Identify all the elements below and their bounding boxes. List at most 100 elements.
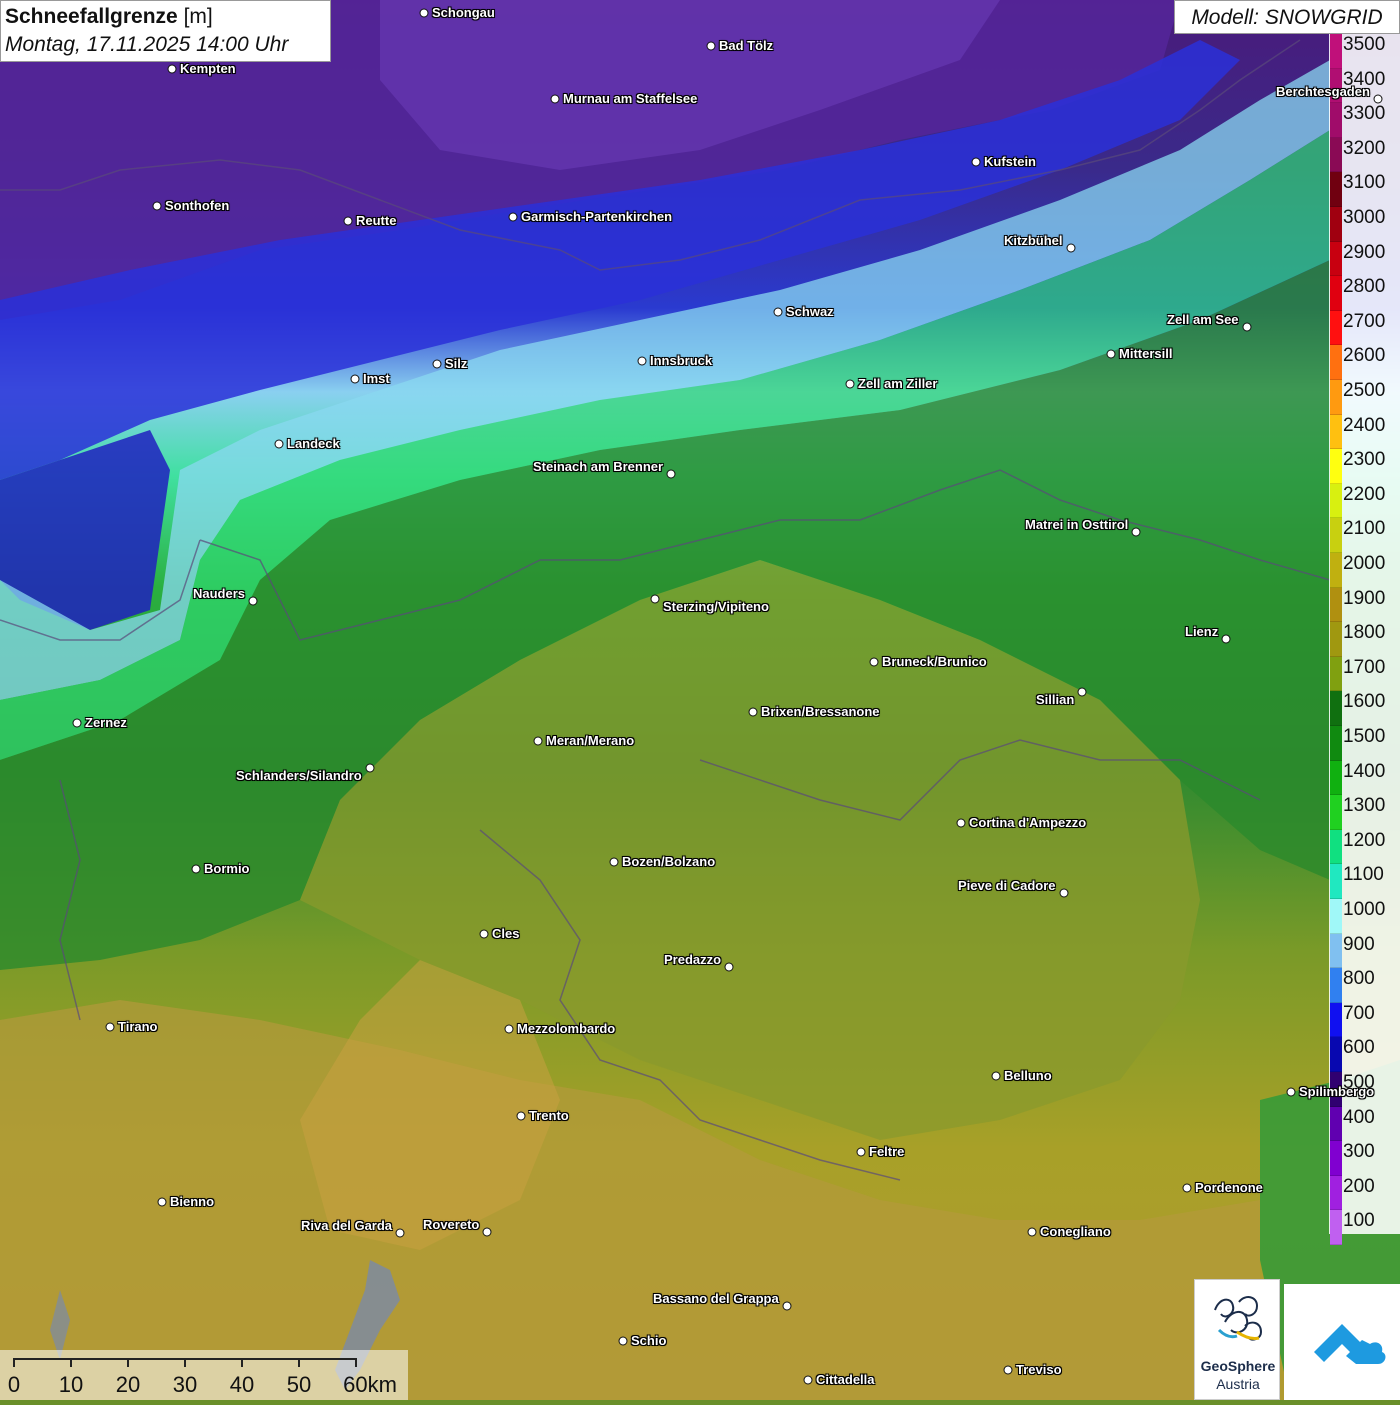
legend-swatch-600 [1330, 1037, 1342, 1072]
legend-swatch-2200 [1330, 483, 1342, 519]
city-marker-schongau [419, 8, 429, 18]
city-marker-steinach-am-brenner [666, 469, 676, 479]
legend-label-1200: 1200 [1343, 829, 1386, 851]
city-label-landeck: Landeck [287, 436, 340, 451]
city-marker-bruneck-brunico [869, 657, 879, 667]
legend-swatch-2400 [1330, 414, 1342, 450]
city-marker-feltre [856, 1147, 866, 1157]
city-marker-spilimbergo [1286, 1087, 1296, 1097]
city-marker-tirano [105, 1022, 115, 1032]
legend-label-200: 200 [1343, 1175, 1375, 1197]
city-marker-lienz [1221, 634, 1231, 644]
city-label-cles: Cles [492, 926, 520, 941]
geosphere-logo-text: GeoSphere [1200, 1358, 1276, 1374]
city-label-bienno: Bienno [170, 1194, 215, 1209]
legend-label-600: 600 [1343, 1037, 1375, 1059]
mountain-cloud-icon [1314, 1324, 1386, 1364]
legend-swatch-1500 [1330, 726, 1342, 761]
city-label-schwaz: Schwaz [786, 304, 834, 319]
city-label-tirano: Tirano [118, 1019, 158, 1034]
city-marker-innsbruck [637, 356, 647, 366]
city-marker-sterzing-vipiteno [650, 594, 660, 604]
scale-label-2: 20 [115, 1372, 141, 1397]
legend-swatch-2500 [1330, 380, 1342, 415]
city-label-bozen-bolzano: Bozen/Bolzano [622, 854, 716, 869]
scale-label-6: 60km [343, 1372, 397, 1397]
city-label-matrei-in-osttirol: Matrei in Osttirol [1025, 517, 1129, 532]
city-label-spilimbergo: Spilimbergo [1299, 1084, 1375, 1099]
legend-swatch-1400 [1330, 760, 1342, 796]
city-marker-conegliano [1027, 1227, 1037, 1237]
legend-label-3300: 3300 [1343, 103, 1386, 125]
city-marker-berchtesgaden [1373, 94, 1383, 104]
legend-swatch-800 [1330, 968, 1342, 1003]
scale-tick [355, 1358, 357, 1367]
city-label-silz: Silz [445, 356, 468, 371]
legend-label-2600: 2600 [1343, 345, 1386, 367]
legend-label-1500: 1500 [1343, 726, 1386, 747]
legend-label-1000: 1000 [1343, 899, 1386, 920]
legend-label-2500: 2500 [1343, 380, 1386, 401]
city-label-kufstein: Kufstein [984, 154, 1036, 169]
scale-label-4: 40 [229, 1372, 255, 1397]
city-marker-zernez [72, 718, 82, 728]
legend-label-1600: 1600 [1343, 691, 1386, 713]
legend-label-100: 100 [1343, 1210, 1375, 1232]
city-marker-predazzo [724, 962, 734, 972]
city-marker-reutte [343, 216, 353, 226]
city-label-schlanders-silandro: Schlanders/Silandro [236, 768, 362, 783]
legend-swatch-300 [1330, 1141, 1342, 1176]
legend-swatch-1300 [1330, 795, 1342, 830]
city-label-innsbruck: Innsbruck [650, 353, 713, 368]
scale-tick [70, 1358, 72, 1367]
city-label-sillian: Sillian [1036, 692, 1075, 707]
city-label-conegliano: Conegliano [1040, 1224, 1111, 1239]
city-label-meran-merano: Meran/Merano [546, 733, 635, 748]
city-label-cortina-d-ampezzo: Cortina d'Ampezzo [969, 815, 1087, 830]
scale-label-0: 0 [7, 1372, 21, 1397]
city-marker-nauders [248, 596, 258, 606]
city-label-bormio: Bormio [204, 861, 250, 876]
city-marker-brixen-bressanone [748, 707, 758, 717]
legend-swatch-2100 [1330, 518, 1342, 553]
legend-swatch-2800 [1330, 276, 1342, 311]
legend-swatch-1900 [1330, 587, 1342, 623]
city-label-kitzb-hel: Kitzbühel [1004, 233, 1063, 248]
city-marker-kufstein [971, 157, 981, 167]
city-label-brixen-bressanone: Brixen/Bressanone [761, 704, 880, 719]
city-label-treviso: Treviso [1016, 1362, 1062, 1377]
legend-swatch-2700 [1330, 310, 1342, 346]
city-marker-landeck [274, 439, 284, 449]
map-title-unit: [m] [183, 5, 213, 28]
legend-swatch-3100 [1330, 172, 1342, 207]
city-label-pordenone: Pordenone [1195, 1180, 1263, 1195]
legend-swatch-900 [1330, 933, 1342, 969]
geosphere-logo: GeoSphere Austria [1194, 1279, 1280, 1400]
legend-label-3500: 3500 [1343, 34, 1386, 55]
city-label-berchtesgaden: Berchtesgaden [1276, 84, 1370, 99]
legend-label-2700: 2700 [1343, 310, 1386, 332]
map-datetime: Montag, 17.11.2025 14:00 Uhr [5, 33, 289, 56]
scale-bar: 0 10 20 30 40 50 60km [0, 1350, 408, 1400]
legend-swatch-700 [1330, 1002, 1342, 1038]
legend-swatch-400 [1330, 1106, 1342, 1142]
city-label-bruneck-brunico: Bruneck/Brunico [882, 654, 987, 669]
legend-swatch-2000 [1330, 553, 1342, 588]
legend-label-300: 300 [1343, 1141, 1375, 1163]
city-label-garmisch-partenkirchen: Garmisch-Partenkirchen [521, 209, 673, 224]
city-label-mittersill: Mittersill [1119, 346, 1173, 361]
city-label-zell-am-ziller: Zell am Ziller [858, 376, 938, 391]
legend-label-3000: 3000 [1343, 207, 1386, 228]
city-label-rovereto: Rovereto [423, 1217, 480, 1232]
map-title: Schneefallgrenze [m] [5, 3, 326, 31]
city-marker-schwaz [773, 307, 783, 317]
map-title-bold: Schneefallgrenze [5, 5, 178, 28]
city-label-sonthofen: Sonthofen [165, 198, 230, 213]
legend-swatch-2900 [1330, 241, 1342, 277]
city-marker-rovereto [482, 1227, 492, 1237]
city-marker-imst [350, 374, 360, 384]
city-marker-bozen-bolzano [609, 857, 619, 867]
legend-swatch-1600 [1330, 691, 1342, 726]
legend-label-2800: 2800 [1343, 276, 1386, 298]
city-marker-mittersill [1106, 349, 1116, 359]
